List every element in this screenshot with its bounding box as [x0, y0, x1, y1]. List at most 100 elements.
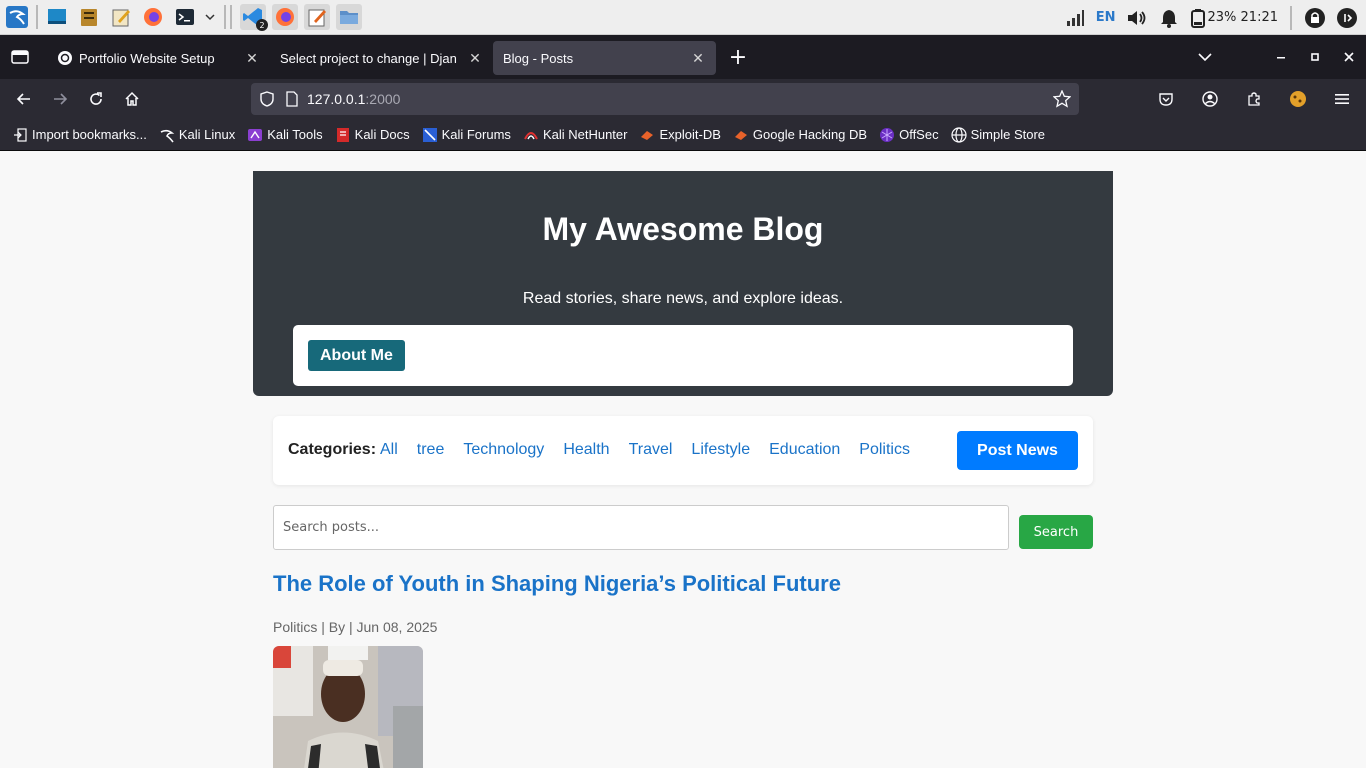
- web-page-content: My Awesome Blog Read stories, share news…: [0, 151, 1366, 768]
- vscode-icon[interactable]: 2: [240, 4, 268, 31]
- bookmark-simple-store[interactable]: Simple Store: [950, 126, 1046, 143]
- header-nav-box: About Me: [293, 325, 1073, 386]
- bookmark-star-icon[interactable]: [1053, 90, 1071, 108]
- bookmark-exploit-db[interactable]: Exploit-DB: [639, 127, 721, 143]
- lock-screen-icon[interactable]: [1304, 7, 1326, 29]
- category-link-all[interactable]: All: [380, 441, 398, 459]
- kali-docs-icon: [335, 127, 351, 143]
- maximize-icon[interactable]: [1298, 35, 1332, 79]
- hamburger-menu-icon[interactable]: [1324, 83, 1360, 115]
- window-close-icon[interactable]: [1332, 35, 1366, 79]
- post-meta: Politics | By | Jun 08, 2025: [273, 619, 438, 635]
- about-me-button[interactable]: About Me: [308, 340, 405, 371]
- bookmark-import[interactable]: Import bookmarks...: [12, 127, 147, 143]
- categories-label: Categories:: [288, 441, 377, 458]
- globe-icon: [950, 126, 967, 143]
- folder-window-icon[interactable]: [336, 4, 362, 30]
- minimize-icon[interactable]: [1264, 35, 1298, 79]
- close-icon[interactable]: ✕: [467, 50, 483, 66]
- extensions-icon[interactable]: [1236, 83, 1272, 115]
- bookmark-label: Google Hacking DB: [752, 127, 868, 142]
- category-link-tree[interactable]: tree: [417, 441, 445, 459]
- url-text[interactable]: 127.0.0.1:2000: [307, 91, 400, 107]
- blog-header: My Awesome Blog Read stories, share news…: [253, 171, 1113, 396]
- offsec-icon: [879, 127, 895, 143]
- tab-select-project[interactable]: Select project to change | Djan ✕: [270, 41, 493, 75]
- kali-forums-icon: [422, 127, 438, 143]
- notification-bell-icon[interactable]: [1158, 7, 1180, 29]
- bookmark-label: Import bookmarks...: [32, 127, 147, 142]
- network-signal-icon[interactable]: [1064, 7, 1086, 29]
- taskbar-separator: [224, 5, 226, 29]
- bookmark-label: OffSec: [899, 127, 939, 142]
- bookmark-kali-nethunter[interactable]: Kali NetHunter: [523, 127, 628, 143]
- post-title-link[interactable]: The Role of Youth in Shaping Nigeria’s P…: [273, 571, 841, 597]
- extension-cookie-icon[interactable]: [1280, 83, 1316, 115]
- bookmark-label: Kali Linux: [178, 127, 236, 142]
- home-icon[interactable]: [114, 83, 150, 115]
- taskbar-separator: [36, 5, 38, 29]
- chevron-down-icon[interactable]: [204, 4, 216, 30]
- close-icon[interactable]: ✕: [690, 50, 706, 66]
- taskbar-separator: [230, 5, 232, 29]
- bookmark-label: Simple Store: [970, 127, 1046, 142]
- category-link-health[interactable]: Health: [563, 441, 609, 459]
- page-info-icon[interactable]: [285, 91, 299, 107]
- bookmark-kali-docs[interactable]: Kali Docs: [335, 127, 410, 143]
- tab-portfolio-website-setup[interactable]: Portfolio Website Setup ✕: [47, 41, 270, 75]
- list-all-tabs-icon[interactable]: [1188, 35, 1222, 79]
- search-button[interactable]: Search: [1019, 515, 1093, 549]
- category-link-politics[interactable]: Politics: [859, 441, 910, 459]
- new-tab-button[interactable]: +: [722, 41, 754, 73]
- window-count-badge: 2: [256, 19, 268, 31]
- blog-subtitle: Read stories, share news, and explore id…: [522, 290, 844, 307]
- category-link-education[interactable]: Education: [769, 441, 840, 459]
- import-icon: [12, 127, 28, 143]
- bookmarks-toolbar: Import bookmarks... Kali Linux Kali Tool…: [0, 119, 1366, 151]
- category-link-travel[interactable]: Travel: [629, 441, 673, 459]
- post-thumbnail-image[interactable]: [273, 646, 423, 768]
- text-editor-window-icon[interactable]: [304, 4, 330, 30]
- terminal-icon[interactable]: [172, 4, 198, 30]
- blog-title: My Awesome Blog: [542, 211, 824, 247]
- account-icon[interactable]: [1192, 83, 1228, 115]
- keyboard-layout-indicator[interactable]: EN: [1096, 10, 1116, 25]
- firefox-window-icon[interactable]: [272, 4, 298, 30]
- desktop-icon[interactable]: [44, 4, 70, 30]
- bookmark-kali-tools[interactable]: Kali Tools: [247, 127, 323, 143]
- forward-arrow-icon[interactable]: [42, 83, 78, 115]
- file-manager-icon[interactable]: [76, 4, 102, 30]
- logout-icon[interactable]: [1336, 7, 1358, 29]
- system-taskbar: 2 EN 23% 21:21: [0, 0, 1366, 35]
- kali-menu-icon[interactable]: [4, 4, 30, 30]
- url-bar[interactable]: 127.0.0.1:2000: [251, 83, 1079, 115]
- bookmark-label: Kali NetHunter: [542, 127, 628, 142]
- bookmark-kali-linux[interactable]: Kali Linux: [159, 127, 235, 143]
- bookmark-kali-forums[interactable]: Kali Forums: [422, 127, 511, 143]
- exploit-db-icon: [639, 127, 655, 143]
- text-editor-icon[interactable]: [108, 4, 134, 30]
- back-arrow-icon[interactable]: [6, 83, 42, 115]
- post-news-button[interactable]: Post News: [957, 431, 1078, 470]
- bookmark-google-hacking-db[interactable]: Google Hacking DB: [733, 127, 867, 143]
- tracking-shield-icon[interactable]: [259, 91, 275, 107]
- kali-nethunter-icon: [523, 127, 539, 143]
- battery-clock-text[interactable]: 23% 21:21: [1208, 10, 1279, 25]
- volume-icon[interactable]: [1126, 7, 1148, 29]
- category-link-technology[interactable]: Technology: [463, 441, 544, 459]
- bookmark-label: Exploit-DB: [659, 127, 721, 142]
- close-icon[interactable]: ✕: [244, 50, 260, 66]
- firefox-icon[interactable]: [140, 4, 166, 30]
- battery-icon[interactable]: [1190, 7, 1206, 29]
- reload-icon[interactable]: [78, 83, 114, 115]
- tab-blog-posts[interactable]: Blog - Posts ✕: [493, 41, 716, 75]
- chatgpt-favicon-icon: [58, 51, 72, 65]
- bookmark-label: Kali Docs: [354, 127, 410, 142]
- pocket-icon[interactable]: [1148, 83, 1184, 115]
- category-link-lifestyle[interactable]: Lifestyle: [691, 441, 750, 459]
- bookmark-offsec[interactable]: OffSec: [879, 127, 939, 143]
- search-posts-input[interactable]: [273, 505, 1009, 550]
- firefox-view-icon[interactable]: [0, 35, 40, 79]
- kali-linux-icon: [159, 127, 175, 143]
- tab-label: Blog - Posts: [503, 50, 574, 66]
